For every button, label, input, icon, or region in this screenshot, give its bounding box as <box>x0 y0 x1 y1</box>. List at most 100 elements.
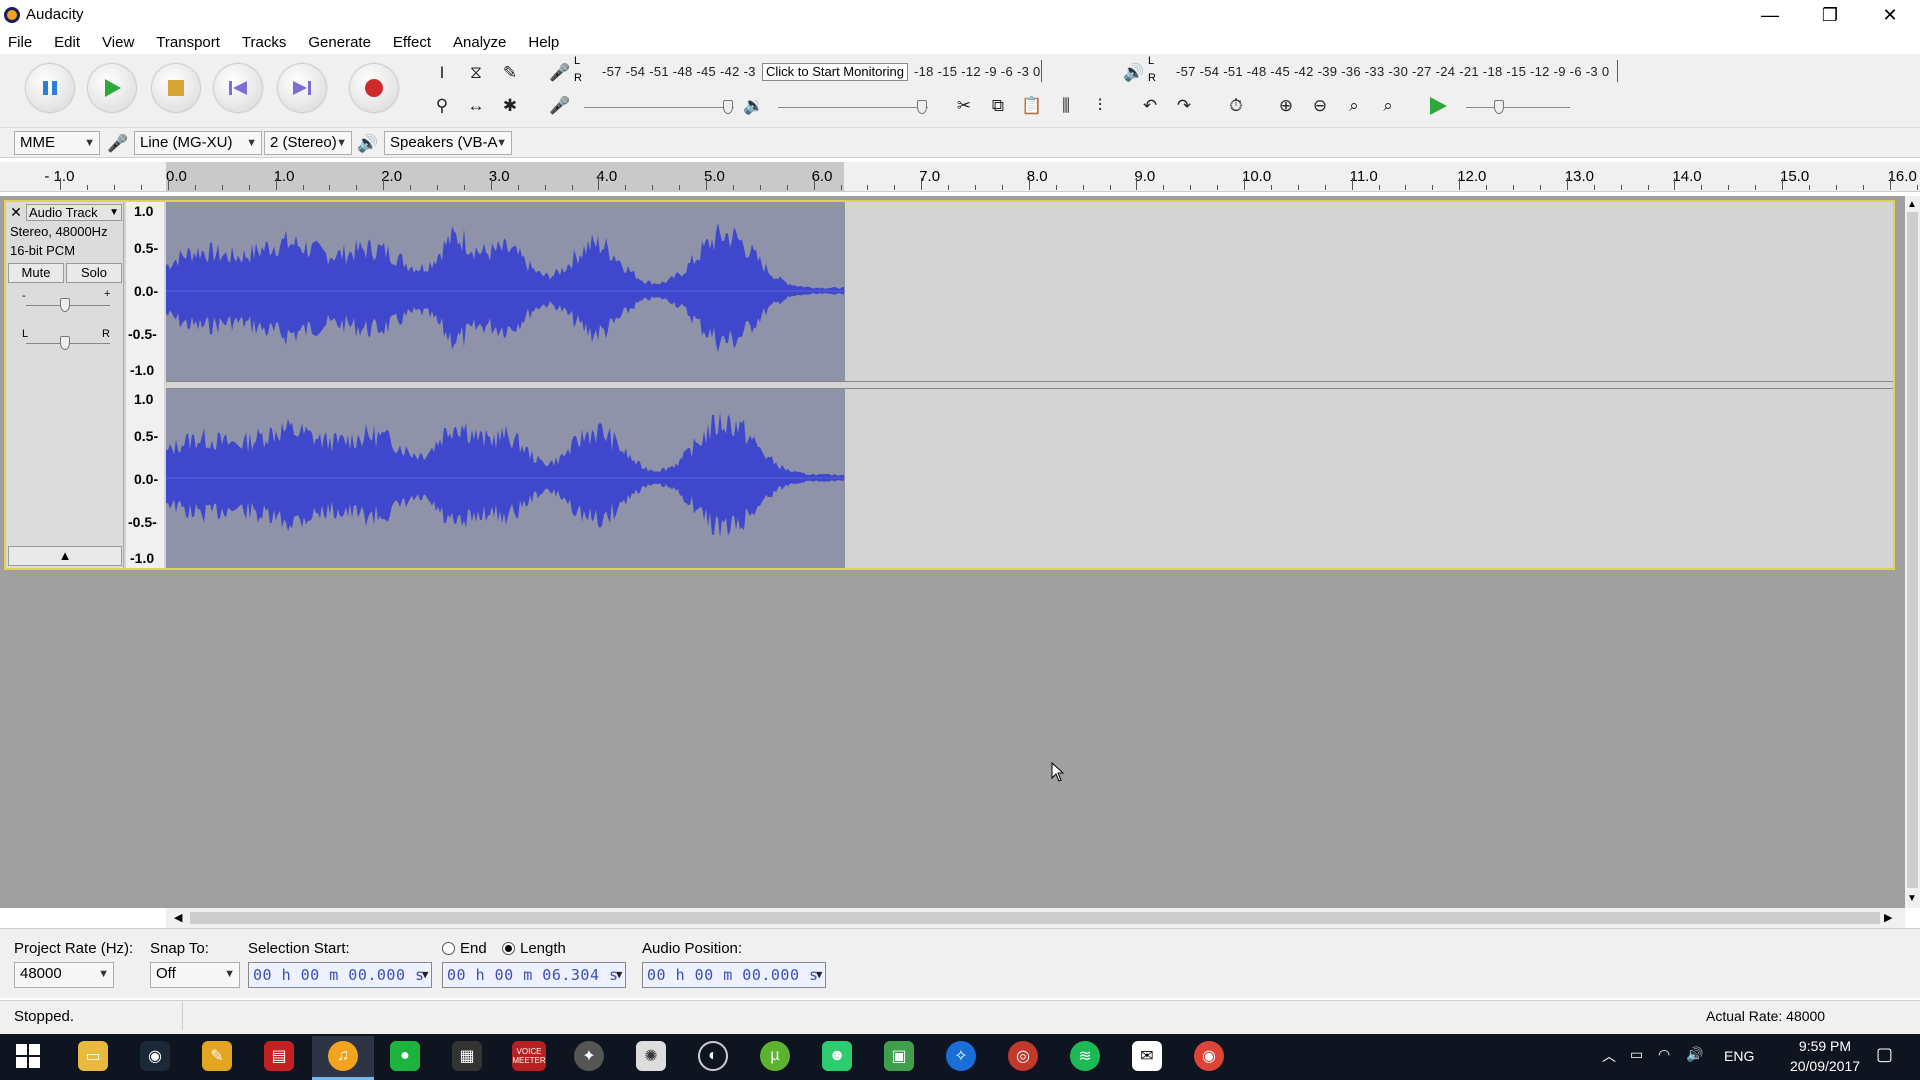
minimize-button[interactable]: — <box>1740 0 1800 30</box>
play-button[interactable] <box>88 64 136 112</box>
app-icon[interactable]: ▦ <box>452 1041 482 1071</box>
scroll-up-icon[interactable]: ▲ <box>1907 199 1917 210</box>
skip-to-end-button[interactable] <box>278 64 326 112</box>
pan-knob[interactable] <box>60 336 70 350</box>
clock-time[interactable]: 9:59 PM <box>1780 1038 1870 1054</box>
battery-icon[interactable]: ▭ <box>1630 1046 1643 1063</box>
end-radio[interactable] <box>442 942 455 955</box>
undo-icon[interactable]: ↶ <box>1136 92 1164 120</box>
envelope-tool-icon[interactable]: ⧖ <box>462 59 490 87</box>
output-volume-knob[interactable] <box>917 100 927 114</box>
gain-knob[interactable] <box>60 298 70 312</box>
input-volume-slider[interactable] <box>584 107 734 108</box>
playback-meter-icon[interactable]: 🔊 <box>1120 59 1148 87</box>
volume-icon[interactable]: 🔊 <box>1686 1046 1703 1063</box>
menu-generate[interactable]: Generate <box>308 34 371 51</box>
redo-icon[interactable]: ↷ <box>1170 92 1198 120</box>
record-meter-scale-tail[interactable]: -18 -15 -12 -9 -6 -3 0 <box>914 64 1041 79</box>
paste-icon[interactable]: 📋 <box>1018 92 1046 120</box>
windows-start-icon[interactable] <box>16 1044 40 1072</box>
app-icon[interactable]: ☻ <box>822 1041 852 1071</box>
fit-project-icon[interactable]: ⌕ <box>1374 92 1402 120</box>
multi-tool-icon[interactable]: ✱ <box>496 92 524 120</box>
file-explorer-icon[interactable]: ▭ <box>78 1041 108 1071</box>
time-shift-tool-icon[interactable]: ↔ <box>462 92 490 120</box>
action-center-icon[interactable]: ▢ <box>1876 1044 1893 1065</box>
scroll-down-icon[interactable]: ▼ <box>1907 893 1917 904</box>
app-icon[interactable]: ✧ <box>946 1041 976 1071</box>
recording-device-select[interactable]: Line (MG-XU) ▼ <box>134 131 262 155</box>
playback-device-select[interactable]: Speakers (VB-A ▼ <box>384 131 512 155</box>
menu-effect[interactable]: Effect <box>393 34 431 51</box>
pause-button[interactable] <box>26 64 74 112</box>
skip-to-start-button[interactable] <box>214 64 262 112</box>
app-icon[interactable]: ◎ <box>1008 1041 1038 1071</box>
trim-audio-icon[interactable]: ⫼ <box>1052 92 1080 120</box>
zoom-tool-icon[interactable]: ⚲ <box>428 92 456 120</box>
selection-start-field[interactable]: 00 h 00 m 00.000 s ▼ <box>248 962 432 988</box>
mail-icon[interactable]: ✉ <box>1132 1041 1162 1071</box>
voicemeeter-icon[interactable]: VOICE MEETER <box>512 1041 546 1071</box>
project-rate-select[interactable]: 48000 ▼ <box>14 962 114 988</box>
snap-to-select[interactable]: Off ▼ <box>150 962 240 988</box>
play-speed-knob[interactable] <box>1494 100 1504 114</box>
menu-analyze[interactable]: Analyze <box>453 34 506 51</box>
selection-tool-icon[interactable]: I <box>428 59 456 87</box>
close-button[interactable]: ✕ <box>1860 0 1920 30</box>
app-icon[interactable]: ▤ <box>264 1041 294 1071</box>
tray-chevron-icon[interactable]: ︿ <box>1602 1046 1616 1066</box>
obs-icon[interactable]: ◐ <box>698 1041 728 1071</box>
language-indicator[interactable]: ENG <box>1724 1048 1754 1064</box>
line-app-icon[interactable]: ● <box>390 1041 420 1071</box>
menu-view[interactable]: View <box>102 34 134 51</box>
record-meter-icon[interactable]: 🎤 <box>546 59 574 87</box>
channels-select[interactable]: 2 (Stereo) ▼ <box>264 131 352 155</box>
solo-button[interactable]: Solo <box>66 263 122 283</box>
scroll-left-icon[interactable]: ◀ <box>174 911 182 924</box>
audio-position-field[interactable]: 00 h 00 m 00.000 s ▼ <box>642 962 826 988</box>
vertical-scroll-thumb[interactable] <box>1907 212 1918 888</box>
playback-meter-scale[interactable]: -57 -54 -51 -48 -45 -42 -39 -36 -33 -30 … <box>1176 64 1609 79</box>
utorrent-icon[interactable]: µ <box>760 1041 790 1071</box>
app-icon[interactable]: ✺ <box>636 1041 666 1071</box>
length-radio[interactable] <box>502 942 515 955</box>
restore-button[interactable]: ❐ <box>1800 0 1860 30</box>
zoom-out-icon[interactable]: ⊖ <box>1306 92 1334 120</box>
stop-button[interactable] <box>152 64 200 112</box>
silence-audio-icon[interactable]: ⫶ <box>1086 92 1114 120</box>
zoom-in-icon[interactable]: ⊕ <box>1272 92 1300 120</box>
track-name-menu[interactable]: Audio Track ▼ <box>26 204 122 221</box>
play-at-speed-button[interactable] <box>1428 96 1448 120</box>
app-icon[interactable]: ✦ <box>574 1041 604 1071</box>
chrome-icon[interactable]: ◉ <box>1194 1041 1224 1071</box>
mute-button[interactable]: Mute <box>8 263 64 283</box>
steam-icon[interactable]: ◉ <box>140 1041 170 1071</box>
record-button[interactable] <box>350 64 398 112</box>
menu-edit[interactable]: Edit <box>54 34 80 51</box>
menu-transport[interactable]: Transport <box>156 34 220 51</box>
audacity-taskbar-icon[interactable]: ♫ <box>328 1041 358 1071</box>
app-icon[interactable]: ▣ <box>884 1041 914 1071</box>
fit-selection-icon[interactable]: ⌕ <box>1340 92 1368 120</box>
collapse-track-button[interactable]: ▲ <box>8 546 122 566</box>
spotify-icon[interactable]: ≋ <box>1070 1041 1100 1071</box>
input-volume-knob[interactable] <box>723 100 733 114</box>
sync-lock-icon[interactable]: ⏱ <box>1222 92 1250 120</box>
scroll-right-icon[interactable]: ▶ <box>1884 911 1892 924</box>
close-track-icon[interactable]: ✕ <box>8 204 24 220</box>
monitor-tooltip[interactable]: Click to Start Monitoring <box>762 63 908 81</box>
wifi-icon[interactable]: ◠ <box>1658 1046 1670 1063</box>
menu-file[interactable]: File <box>8 34 32 51</box>
record-meter-scale[interactable]: -57 -54 -51 -48 -45 -42 -3 <box>602 64 756 79</box>
audio-host-select[interactable]: MME ▼ <box>14 131 100 155</box>
play-speed-slider[interactable] <box>1466 107 1570 108</box>
horizontal-scroll-thumb[interactable] <box>190 912 1880 924</box>
copy-icon[interactable]: ⧉ <box>984 92 1012 120</box>
app-icon[interactable]: ✎ <box>202 1041 232 1071</box>
output-volume-slider[interactable] <box>778 107 928 108</box>
cut-icon[interactable]: ✂ <box>950 92 978 120</box>
menu-help[interactable]: Help <box>528 34 559 51</box>
menu-tracks[interactable]: Tracks <box>242 34 286 51</box>
selection-length-field[interactable]: 00 h 00 m 06.304 s ▼ <box>442 962 626 988</box>
draw-tool-icon[interactable]: ✎ <box>496 59 524 87</box>
